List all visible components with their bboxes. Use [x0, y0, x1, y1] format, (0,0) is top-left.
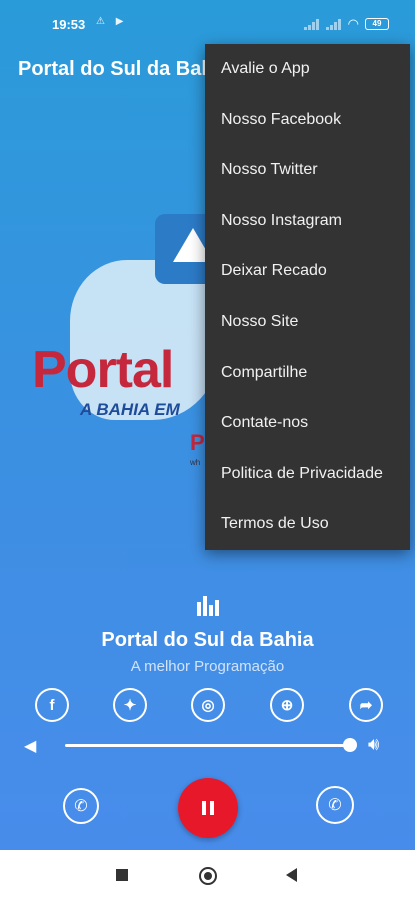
- volume-high-icon: 🔊︎: [368, 734, 380, 754]
- globe-icon[interactable]: ⊕: [270, 688, 304, 722]
- player-controls: ✆ ✆: [0, 778, 415, 838]
- station-name: Portal do Sul da Bahia: [101, 629, 314, 651]
- logo-text: Portal: [32, 341, 174, 399]
- pause-button[interactable]: [178, 778, 238, 838]
- status-bar: 19:53 ⚠ ▶ ◠ 49: [0, 0, 415, 46]
- menu-item-rate-app[interactable]: Avalie o App: [205, 44, 410, 95]
- app-screen: 19:53 ⚠ ▶ ◠ 49 Portal do Sul da Bahia Po…: [0, 0, 415, 900]
- station-info: Portal do Sul da Bahia A melhor Programa…: [0, 596, 415, 675]
- pause-icon: [202, 801, 214, 815]
- twitter-icon[interactable]: ✦: [113, 688, 147, 722]
- station-logo: Portal A BAHIA EM P wh: [30, 210, 235, 480]
- equalizer-icon: [196, 596, 219, 616]
- facebook-icon[interactable]: f: [35, 688, 69, 722]
- system-nav-bar: [0, 850, 415, 900]
- volume-thumb[interactable]: [343, 738, 357, 752]
- menu-item-terms[interactable]: Termos de Uso: [205, 499, 410, 550]
- phone-call-icon[interactable]: ✆: [63, 788, 99, 824]
- logo-tagline: A BAHIA EM: [80, 400, 180, 419]
- menu-item-twitter[interactable]: Nosso Twitter: [205, 145, 410, 196]
- signal-icon-2: [325, 18, 342, 30]
- logo-letter: P: [190, 430, 205, 455]
- menu-item-contact[interactable]: Contate-nos: [205, 398, 410, 449]
- menu-item-facebook[interactable]: Nosso Facebook: [205, 95, 410, 146]
- back-button[interactable]: [286, 868, 297, 882]
- app-title: Portal do Sul da Bahia: [18, 58, 231, 80]
- wifi-icon: ◠: [347, 16, 359, 31]
- menu-item-privacy[interactable]: Politica de Privacidade: [205, 449, 410, 500]
- menu-item-share[interactable]: Compartilhe: [205, 348, 410, 399]
- status-time: 19:53: [52, 17, 86, 32]
- volume-control: ◀ 🔊︎: [0, 734, 415, 758]
- signal-icon: [303, 18, 320, 30]
- home-button[interactable]: [199, 867, 217, 885]
- menu-item-leave-message[interactable]: Deixar Recado: [205, 246, 410, 297]
- volume-track[interactable]: [65, 744, 351, 747]
- whatsapp-icon[interactable]: ✆: [316, 786, 354, 824]
- logo-url: wh: [190, 458, 201, 467]
- notification-icons: ⚠ ▶: [96, 16, 128, 27]
- share-icon[interactable]: ➦: [349, 688, 383, 722]
- recent-apps-button[interactable]: [116, 869, 128, 881]
- status-right: ◠ 49: [303, 16, 389, 32]
- volume-low-icon: ◀: [24, 738, 37, 755]
- station-subtitle: A melhor Programação: [130, 658, 285, 675]
- menu-item-site[interactable]: Nosso Site: [205, 297, 410, 348]
- menu-item-instagram[interactable]: Nosso Instagram: [205, 196, 410, 247]
- instagram-icon[interactable]: ◎: [191, 688, 225, 722]
- overflow-menu: Avalie o App Nosso Facebook Nosso Twitte…: [205, 44, 410, 550]
- battery-icon: 49: [365, 18, 389, 30]
